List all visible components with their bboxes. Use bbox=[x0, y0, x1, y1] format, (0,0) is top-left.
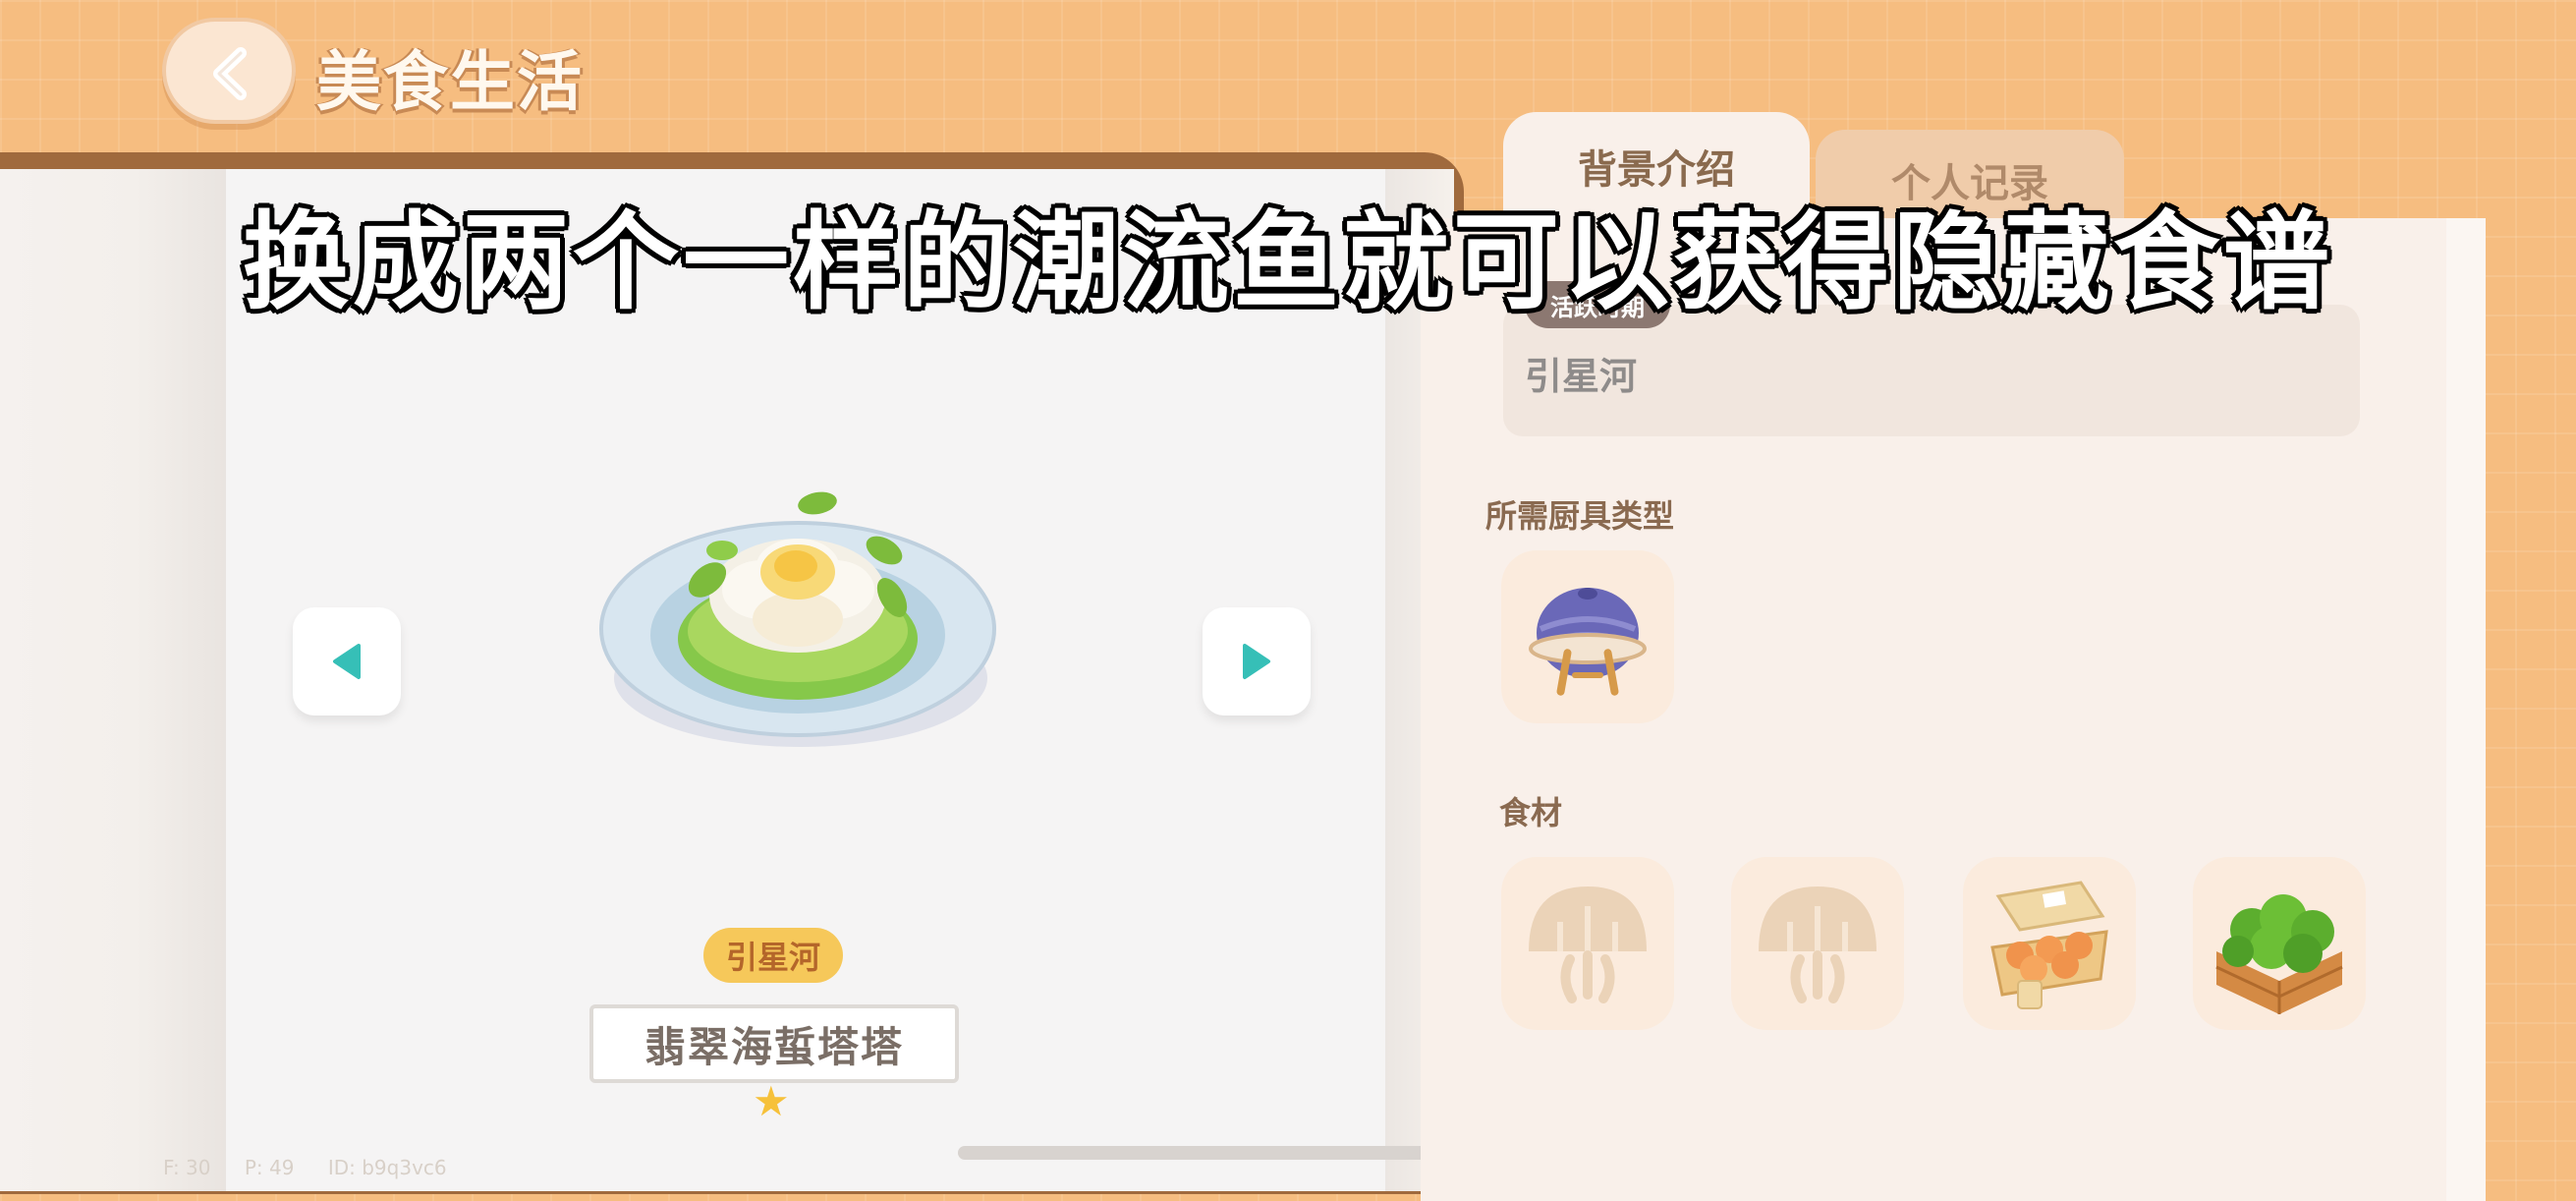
chevron-left-icon bbox=[213, 47, 247, 100]
recipe-region-tag: 引星河 bbox=[703, 928, 843, 983]
dish-image bbox=[599, 491, 996, 747]
egg-carton-icon bbox=[1990, 881, 2108, 1009]
session-id: ID: b9q3vc6 bbox=[327, 1156, 447, 1179]
jellyfish-icon bbox=[1529, 886, 1647, 1003]
debug-info: F: 30 P: 49 ID: b9q3vc6 bbox=[163, 1156, 475, 1179]
tool-section-label: 所需厨具类型 bbox=[1485, 497, 1675, 535]
ingredient-slot-2[interactable] bbox=[1731, 857, 1904, 1030]
jellyfish-icon bbox=[1759, 886, 1876, 1003]
triangle-right-icon bbox=[1243, 644, 1270, 679]
video-subtitle: 换成两个一样的潮流鱼就可以获得隐藏食谱 bbox=[242, 201, 2333, 324]
ingredient-slot-4[interactable] bbox=[2193, 857, 2366, 1030]
prev-recipe-button[interactable] bbox=[293, 607, 401, 715]
tool-slot[interactable] bbox=[1501, 550, 1674, 723]
screen-title: 美食生活 bbox=[316, 44, 584, 120]
recipe-name: 翡翠海蜇塔塔 bbox=[589, 1004, 959, 1083]
ingredients-label: 食材 bbox=[1499, 794, 1563, 831]
ingredient-slot-3[interactable] bbox=[1963, 857, 2136, 1030]
ping-readout: P: 49 bbox=[244, 1156, 295, 1179]
fps-readout: F: 30 bbox=[163, 1156, 211, 1179]
vegetable-crate-icon bbox=[2215, 894, 2343, 1014]
star-icon: ★ bbox=[753, 1077, 790, 1125]
back-button[interactable] bbox=[162, 18, 296, 124]
steamer-pot-icon bbox=[1529, 588, 1647, 696]
active-period-value: 引星河 bbox=[1525, 355, 1638, 398]
ingredient-slot-1[interactable] bbox=[1501, 857, 1674, 1030]
next-recipe-button[interactable] bbox=[1203, 607, 1311, 715]
info-panel-edge bbox=[2446, 218, 2486, 1201]
triangle-left-icon bbox=[333, 644, 361, 679]
